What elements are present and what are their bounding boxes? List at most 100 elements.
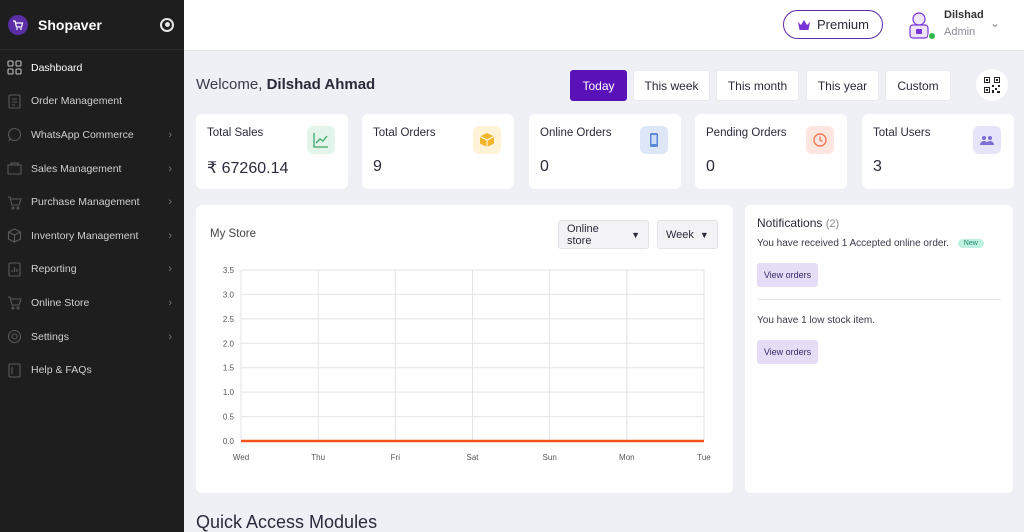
sidebar-item-label: Settings xyxy=(31,330,69,343)
sidebar-item-help-faqs[interactable]: Help & FAQs xyxy=(0,353,184,387)
x-tick-label: Thu xyxy=(311,453,325,462)
y-tick-label: 3.5 xyxy=(223,266,235,275)
sidebar-item-label: Online Store xyxy=(31,296,90,309)
stat-value: ₹ 67260.14 xyxy=(207,160,289,177)
sidebar-item-sales-management[interactable]: Sales Management › xyxy=(0,152,184,186)
purchase-icon xyxy=(6,194,22,210)
x-tick-label: Sun xyxy=(543,453,557,462)
chevron-right-icon: › xyxy=(168,229,172,242)
users-icon xyxy=(973,126,1001,154)
store-icon xyxy=(6,295,22,311)
premium-label: Premium xyxy=(816,17,869,32)
sidebar-item-label: Sales Management xyxy=(31,162,122,175)
reporting-icon xyxy=(6,261,22,277)
x-tick-label: Tue xyxy=(697,453,711,462)
notifications-card: Notifications (2) You have received 1 Ac… xyxy=(745,205,1013,493)
stat-value: 0 xyxy=(706,158,715,175)
sidebar-item-label: Dashboard xyxy=(31,61,83,74)
inventory-icon xyxy=(6,228,22,244)
stat-title: Total Orders xyxy=(373,127,436,139)
store-line-chart: 0.0 0.5 1.0 1.5 2.0 2.5 3.0 3.5 Wed Thu Fri Sat Sun M… xyxy=(223,266,711,462)
notifications-count: (2) xyxy=(825,218,840,230)
my-store-card: My Store Online store ▼ Week ▼ 0.0 0.5 1.0… xyxy=(196,205,733,493)
settings-icon xyxy=(6,329,22,345)
notification-text: You have 1 low stock item. xyxy=(757,315,876,326)
filter-this-month[interactable]: This month xyxy=(716,70,799,101)
brand-bar: Shopaver xyxy=(0,0,184,50)
y-tick-label: 0.0 xyxy=(223,437,235,446)
stat-title: Pending Orders xyxy=(706,127,787,139)
y-tick-label: 1.0 xyxy=(223,388,235,397)
chart-line-icon xyxy=(307,126,335,154)
orders-icon xyxy=(6,93,22,109)
sidebar-item-label: WhatsApp Commerce xyxy=(31,128,134,141)
sidebar-item-settings[interactable]: Settings › xyxy=(0,320,184,354)
notifications-title: Notifications (2) xyxy=(757,216,839,230)
view-orders-button[interactable]: View orders xyxy=(757,340,818,364)
stat-card-online-orders[interactable]: Online Orders 0 xyxy=(529,114,681,189)
box-icon xyxy=(473,126,501,154)
chevron-right-icon: › xyxy=(168,128,172,141)
welcome-heading: Welcome, Dilshad Ahmad xyxy=(196,76,375,93)
chevron-down-icon[interactable]: ⌄ xyxy=(990,16,1000,30)
sidebar-item-label: Purchase Management xyxy=(31,196,140,209)
new-badge: New xyxy=(957,238,984,248)
filter-today[interactable]: Today xyxy=(570,70,627,101)
premium-button[interactable]: Premium xyxy=(783,10,883,39)
dashboard-icon xyxy=(6,60,22,76)
chevron-right-icon: › xyxy=(168,196,172,209)
topbar: Premium Dilshad Admin ⌄ xyxy=(184,0,1024,51)
chevron-right-icon: › xyxy=(168,162,172,175)
view-orders-button[interactable]: View orders xyxy=(757,263,818,287)
y-tick-label: 2.0 xyxy=(223,339,235,348)
sidebar-item-whatsapp-commerce[interactable]: WhatsApp Commerce › xyxy=(0,118,184,152)
sidebar-item-online-store[interactable]: Online Store › xyxy=(0,286,184,320)
x-tick-label: Sat xyxy=(466,453,479,462)
welcome-user-name: Dilshad Ahmad xyxy=(266,76,376,93)
filter-this-week[interactable]: This week xyxy=(633,70,710,101)
mobile-icon xyxy=(640,126,668,154)
stat-title: Total Sales xyxy=(207,127,264,139)
cart-logo-icon xyxy=(8,14,28,35)
user-name: Dilshad xyxy=(944,9,984,21)
sales-icon xyxy=(6,161,22,177)
whatsapp-icon xyxy=(6,127,22,143)
quick-access-title: Quick Access Modules xyxy=(196,512,378,532)
notifications-title-text: Notifications xyxy=(757,216,823,230)
help-icon xyxy=(6,362,22,378)
y-tick-label: 0.5 xyxy=(223,413,235,422)
stat-title: Total Users xyxy=(873,127,931,139)
sidebar-item-reporting[interactable]: Reporting › xyxy=(0,253,184,287)
sidebar-item-dashboard[interactable]: Dashboard xyxy=(0,51,184,85)
stat-card-total-sales[interactable]: Total Sales ₹ 67260.14 xyxy=(196,114,348,189)
sidebar-item-label: Help & FAQs xyxy=(31,364,92,377)
user-role: Admin xyxy=(944,26,976,38)
stat-card-total-users[interactable]: Total Users 3 xyxy=(862,114,1014,189)
sidebar-item-purchase-management[interactable]: Purchase Management › xyxy=(0,185,184,219)
brand-name: Shopaver xyxy=(38,16,102,33)
sidebar-item-inventory-management[interactable]: Inventory Management › xyxy=(0,219,184,253)
stat-card-total-orders[interactable]: Total Orders 9 xyxy=(362,114,514,189)
sidebar: Shopaver Dashboard Order Management WhatsA… xyxy=(0,0,184,532)
x-tick-label: Fri xyxy=(391,453,401,462)
chevron-right-icon: › xyxy=(168,330,172,343)
chevron-right-icon: › xyxy=(168,263,172,276)
sidebar-toggle-icon[interactable] xyxy=(160,17,174,32)
y-tick-label: 3.0 xyxy=(223,290,235,299)
filter-custom[interactable]: Custom xyxy=(885,70,951,101)
crown-icon xyxy=(797,19,811,31)
clock-icon xyxy=(806,126,834,154)
sidebar-item-label: Reporting xyxy=(31,263,77,276)
sidebar-item-order-management[interactable]: Order Management xyxy=(0,85,184,119)
stat-value: 3 xyxy=(873,158,882,175)
stat-title: Online Orders xyxy=(540,127,612,139)
qr-code-icon[interactable] xyxy=(976,69,1008,101)
online-status-dot xyxy=(928,32,936,40)
sidebar-item-label: Inventory Management xyxy=(31,229,139,242)
x-tick-label: Wed xyxy=(233,453,249,462)
stat-card-pending-orders[interactable]: Pending Orders 0 xyxy=(695,114,847,189)
stat-value: 0 xyxy=(540,158,549,175)
notification-item: You have received 1 Accepted online orde… xyxy=(757,238,984,249)
filter-this-year[interactable]: This year xyxy=(806,70,879,101)
stat-value: 9 xyxy=(373,158,382,175)
